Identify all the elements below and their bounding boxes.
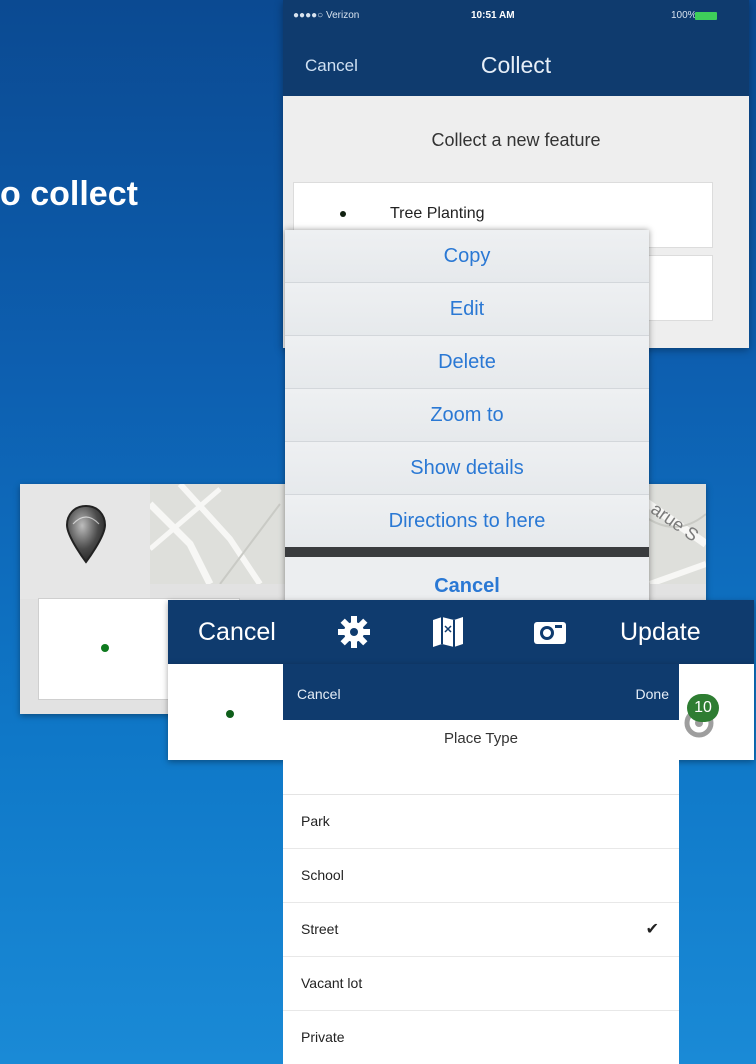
action-delete[interactable]: Delete — [285, 336, 649, 389]
map-icon[interactable] — [430, 614, 466, 650]
action-copy[interactable]: Copy — [285, 230, 649, 283]
count-badge: 10 — [687, 694, 719, 722]
action-directions[interactable]: Directions to here — [285, 495, 649, 547]
checkmark-icon: ✔ — [645, 921, 659, 938]
picker-option-park[interactable]: Park — [283, 795, 679, 849]
feature-symbol-icon — [340, 211, 346, 217]
map-pin-area — [20, 484, 150, 599]
edit-toolbar: Cancel Update — [168, 600, 754, 664]
battery-icon — [695, 12, 717, 20]
picker-option-label: School — [301, 867, 344, 883]
picker-option-street[interactable]: Street ✔ — [283, 903, 679, 957]
slide-title: o collect — [0, 175, 138, 213]
action-sheet-divider — [285, 547, 649, 557]
toolbar-cancel-button[interactable]: Cancel — [198, 618, 276, 647]
carrier-label: ●●●●○ Verizon — [293, 10, 360, 21]
collect-heading: Collect a new feature — [431, 130, 601, 150]
gear-icon[interactable] — [336, 614, 372, 650]
toolbar-update-button[interactable]: Update — [620, 618, 701, 647]
picker-option-label: Park — [301, 813, 330, 829]
picker-option-label: Vacant lot — [301, 975, 363, 991]
picker-title: Place Type — [444, 730, 518, 747]
picker-cancel-button[interactable]: Cancel — [297, 686, 341, 702]
collect-nav-bar: Cancel Collect — [283, 34, 749, 96]
action-sheet: Copy Edit Delete Zoom to Show details Di… — [285, 230, 649, 608]
feature-label: Tree Planting — [390, 205, 485, 222]
action-show-details[interactable]: Show details — [285, 442, 649, 495]
action-edit[interactable]: Edit — [285, 283, 649, 336]
picker-option-label: Private — [301, 1029, 345, 1045]
picker-option-vacant-lot[interactable]: Vacant lot — [283, 957, 679, 1011]
picker-option-private[interactable]: Private — [283, 1011, 679, 1064]
feature-symbol-icon — [226, 710, 234, 718]
feature-symbol-icon — [101, 644, 109, 652]
place-type-picker: Cancel Done Place Type Park School Stree… — [283, 664, 679, 1064]
picker-done-button[interactable]: Done — [636, 686, 669, 702]
picker-nav-bar: Cancel Done — [283, 664, 679, 720]
action-zoom-to[interactable]: Zoom to — [285, 389, 649, 442]
status-time: 10:51 AM — [471, 10, 515, 21]
picker-option-label: Street — [301, 921, 339, 937]
battery-label: 100% — [671, 10, 697, 21]
status-bar: ●●●●○ Verizon 10:51 AM 100% — [283, 0, 749, 34]
collect-nav-title: Collect — [480, 52, 552, 78]
map-pin-icon[interactable] — [64, 504, 108, 566]
picker-option-school[interactable]: School — [283, 849, 679, 903]
camera-icon[interactable] — [532, 614, 568, 650]
